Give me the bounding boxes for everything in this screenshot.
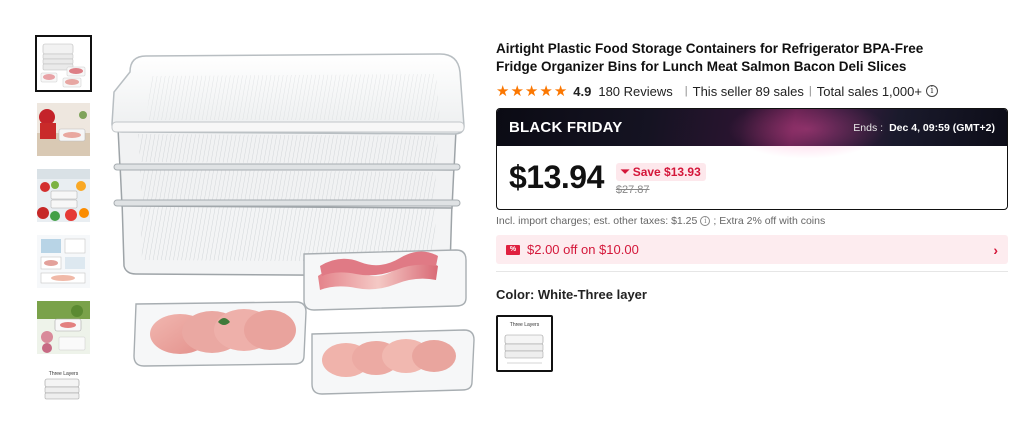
swatch-caption: Three Layers (509, 322, 540, 328)
coupon-banner[interactable]: % $2.00 off on $10.00 › (496, 235, 1008, 264)
info-icon[interactable]: i (925, 85, 938, 97)
separator: | (684, 85, 688, 97)
thumbnail-2[interactable] (37, 103, 90, 156)
container-illustration (111, 53, 475, 395)
tax-info: Incl. import charges; est. other taxes: … (496, 215, 1008, 227)
product-page: Three Layers Airtight Plastic Food Stora… (0, 0, 1024, 426)
star-icon: ★ (496, 82, 510, 100)
thumbnail-1[interactable] (35, 35, 92, 92)
product-info: Airtight Plastic Food Storage Containers… (496, 40, 1008, 372)
separator: | (808, 85, 812, 97)
star-icon: ★ (524, 82, 539, 100)
current-price: $13.94 (509, 159, 604, 195)
tray-cutlets (311, 329, 475, 395)
original-price: $27.87 (615, 184, 650, 196)
thumbnail-caption: Three Layers (48, 371, 79, 377)
thumbnail-6[interactable]: Three Layers (37, 367, 90, 407)
product-title: Airtight Plastic Food Storage Containers… (496, 41, 924, 74)
color-swatch-white-three-layer[interactable]: Three Layers (496, 315, 553, 372)
reviews-link[interactable]: 180 Reviews (598, 84, 672, 99)
chevron-right-icon: › (993, 241, 998, 258)
thumbnail-4[interactable] (37, 235, 90, 288)
tray-bacon (303, 249, 467, 311)
divider (496, 271, 1008, 272)
deal-box: BLACK FRIDAY Ends : Dec 4, 09:59 (GMT+2) … (496, 108, 1008, 210)
star-rating[interactable]: ★ ★ ★ ★ ★ (496, 84, 567, 99)
seller-sales: This seller 89 sales (692, 83, 804, 99)
star-icon: ★ (539, 82, 553, 100)
tax-prefix: Incl. import charges; est. other taxes: … (496, 215, 698, 227)
tax-suffix: ; Extra 2% off with coins (713, 215, 826, 227)
black-friday-banner: BLACK FRIDAY Ends : Dec 4, 09:59 (GMT+2) (497, 109, 1007, 159)
deal-countdown: Ends : Dec 4, 09:59 (GMT+2) (853, 122, 995, 134)
deal-label: BLACK FRIDAY (509, 119, 623, 136)
star-icon: ★ (553, 82, 568, 100)
coupon-text: $2.00 off on $10.00 (527, 242, 639, 257)
save-amount: Save $13.93 (632, 165, 701, 179)
color-label: Color: White-Three layer (496, 287, 647, 302)
coupon-icon: % (506, 244, 520, 255)
deal-ends-time: Dec 4, 09:59 (GMT+2) (889, 121, 995, 134)
swatch-image (504, 334, 544, 364)
total-sales: Total sales 1,000+ (816, 83, 922, 99)
tag-icon: ⏷ (620, 165, 630, 178)
main-product-image[interactable] (100, 30, 480, 420)
star-icon: ★ (510, 82, 524, 100)
price-details: ⏷ Save $13.93 $27.87 (615, 163, 706, 196)
rating-value: 4.9 (573, 83, 592, 99)
thumbnail-strip: Three Layers (35, 35, 92, 407)
info-icon[interactable]: i (700, 216, 711, 226)
deal-ends-label: Ends : (853, 121, 884, 134)
thumbnail-3[interactable] (37, 169, 90, 222)
thumbnail-5[interactable] (37, 301, 90, 354)
rating-row: ★ ★ ★ ★ ★ 4.9 180 Reviews | This seller … (496, 82, 1008, 100)
save-badge: ⏷ Save $13.93 (615, 163, 706, 181)
tray-pork (133, 301, 307, 367)
